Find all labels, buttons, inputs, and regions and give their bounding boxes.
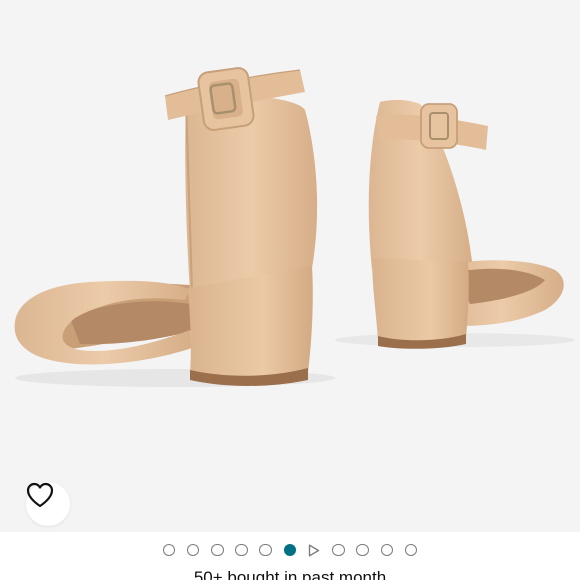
carousel-dot[interactable] (259, 543, 272, 557)
bought-in-past-month-text: 50+ bought in past month (193, 568, 387, 580)
play-icon (308, 544, 320, 556)
carousel-dot[interactable] (210, 543, 224, 557)
product-image[interactable] (0, 0, 580, 532)
carousel-dot[interactable] (404, 543, 418, 557)
carousel-dot[interactable] (380, 543, 394, 557)
wishlist-button[interactable] (26, 482, 70, 526)
carousel-video-indicator[interactable] (308, 544, 321, 557)
image-carousel-indicator (0, 540, 580, 560)
carousel-dot[interactable] (332, 543, 345, 557)
carousel-dot[interactable] (162, 543, 176, 557)
carousel-dot-active[interactable] (283, 543, 297, 557)
heart-icon (26, 482, 54, 508)
carousel-dot[interactable] (186, 543, 200, 557)
carousel-dot[interactable] (356, 543, 370, 557)
left-shoe (14, 67, 318, 386)
shoes-illustration (14, 67, 575, 387)
carousel-dot[interactable] (235, 543, 248, 557)
right-shoe (368, 99, 564, 349)
